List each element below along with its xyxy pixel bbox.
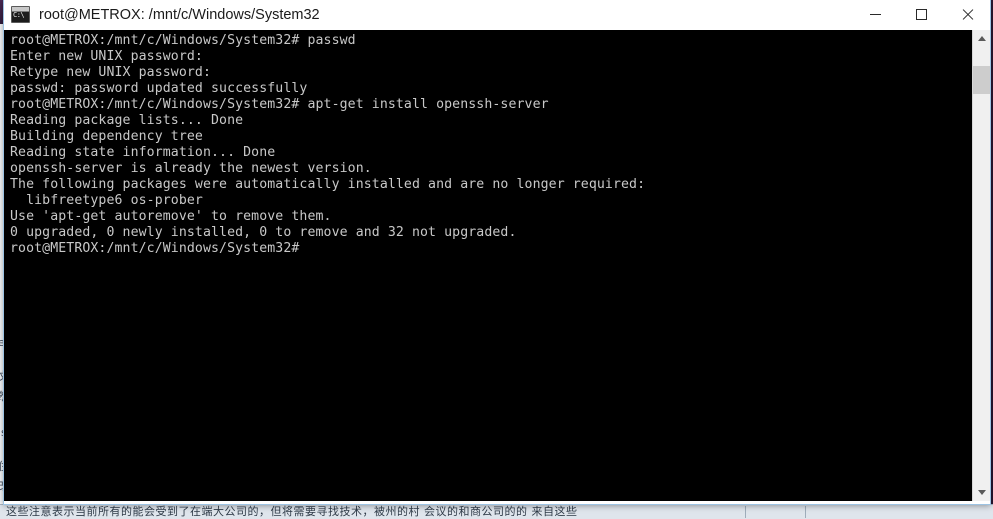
strip-divider	[805, 506, 806, 518]
terminal-line: openssh-server is already the newest ver…	[10, 161, 372, 176]
screen: e 文 然 's 住 改 这些注意表示当前所有的能会受到了在端大公司的，但将需要…	[0, 0, 993, 519]
window-title: root@METROX: /mnt/c/Windows/System32	[39, 6, 320, 23]
terminal-prompt-line: root@METROX:/mnt/c/Windows/System32#	[10, 241, 300, 256]
console-window: C:\ root@METROX: /mnt/c/Windows/System32…	[3, 0, 991, 505]
vertical-scrollbar[interactable]	[972, 30, 990, 501]
console-icon-prompt: C:\	[13, 11, 25, 19]
minimize-icon	[869, 14, 881, 15]
terminal-line: 0 upgraded, 0 newly installed, 0 to remo…	[10, 225, 517, 240]
close-button[interactable]	[944, 0, 990, 29]
terminal-line: The following packages were automaticall…	[10, 177, 646, 192]
window-bottom-edge	[4, 501, 990, 504]
scrollbar-track[interactable]	[973, 47, 990, 484]
console-icon: C:\	[11, 6, 30, 23]
maximize-button[interactable]	[898, 0, 944, 29]
strip-divider	[745, 506, 746, 518]
title-bar[interactable]: C:\ root@METROX: /mnt/c/Windows/System32	[4, 0, 990, 30]
scroll-up-button[interactable]	[973, 30, 990, 47]
terminal-line: libfreetype6 os-prober	[10, 193, 203, 208]
scrollbar-thumb[interactable]	[973, 66, 990, 94]
terminal-line: Reading package lists... Done	[10, 113, 244, 128]
window-controls	[852, 0, 990, 29]
terminal-line: Enter new UNIX password:	[10, 49, 203, 64]
maximize-icon	[915, 9, 927, 20]
console-body: root@METROX:/mnt/c/Windows/System32# pas…	[4, 30, 990, 501]
terminal-output[interactable]: root@METROX:/mnt/c/Windows/System32# pas…	[4, 30, 972, 501]
minimize-button[interactable]	[852, 0, 898, 29]
terminal-line: root@METROX:/mnt/c/Windows/System32# apt…	[10, 97, 549, 112]
terminal-line: passwd: password updated successfully	[10, 81, 308, 96]
chevron-up-icon	[977, 36, 986, 41]
background-strip-text: 这些注意表示当前所有的能会受到了在端大公司的，但将需要寻找技术，被州的村 会议的…	[6, 505, 578, 518]
terminal-line: Reading state information... Done	[10, 145, 276, 160]
scroll-down-button[interactable]	[973, 484, 990, 501]
background-bottom-strip[interactable]: 这些注意表示当前所有的能会受到了在端大公司的，但将需要寻找技术，被州的村 会议的…	[0, 504, 993, 519]
chevron-down-icon	[977, 490, 986, 495]
terminal-line: root@METROX:/mnt/c/Windows/System32# pas…	[10, 33, 356, 48]
terminal-line: Retype new UNIX password:	[10, 65, 211, 80]
terminal-line: Building dependency tree	[10, 129, 203, 144]
close-icon	[961, 8, 974, 21]
terminal-line: Use 'apt-get autoremove' to remove them.	[10, 209, 332, 224]
